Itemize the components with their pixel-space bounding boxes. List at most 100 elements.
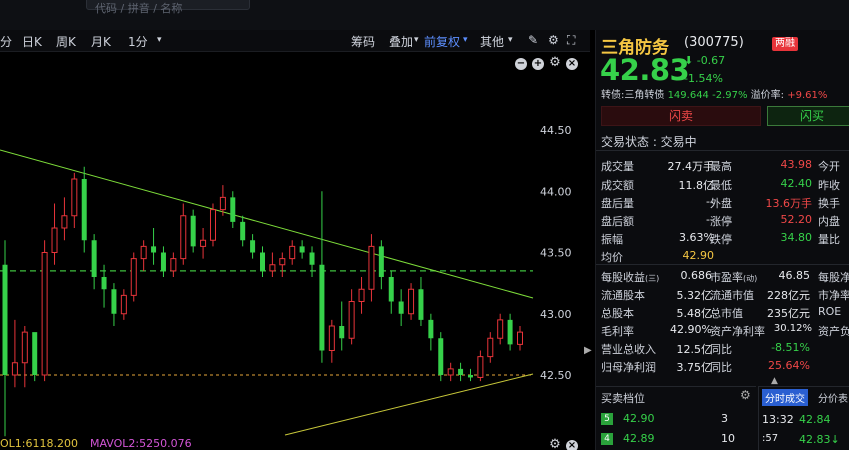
convertible-bond-row[interactable]: 转债:三角转债 149.644 -2.97% 溢价率: +9.61% [601,86,827,101]
total-shares-value: 5.48亿 [676,307,713,320]
tick-time: :57 [762,433,779,444]
price-axis-label: 44.00 [540,185,572,198]
close-icon[interactable]: × [566,58,578,70]
period-weekly-tab[interactable]: 周K [56,33,76,50]
candle-body [418,289,424,320]
candle-body [81,179,87,241]
candle-body [458,368,464,375]
candle-body [91,240,97,277]
amplitude-value: 3.63% [679,231,714,244]
adjust-button[interactable]: 前复权 [424,33,460,50]
revenue-label: 营业总收入 [601,343,656,356]
limit-up-value: 52.20 [780,213,813,226]
chevron-up-icon[interactable]: ▲ [771,376,778,386]
chevron-down-icon[interactable]: ▾ [463,35,468,45]
candle-body [71,178,78,217]
candle-body [339,326,345,339]
candle-body [250,240,256,253]
conv-price: 149.644 [667,90,709,101]
volume-ratio-label: 量比 [818,233,840,246]
price-axis-label: 43.50 [540,247,572,260]
edit-icon[interactable]: ✎ [528,33,538,47]
net-profit-yoy-value: 25.64% [768,359,810,372]
conv-pct: -2.97% [712,90,748,101]
kline-chart[interactable]: 44.5044.0043.5043.0042.5042.00 [0,52,590,437]
eps-value: 0.686 [680,269,713,282]
candle-body [428,319,434,339]
gear-icon[interactable]: ⚙ [740,388,751,402]
tab-price-table[interactable]: 分价表 [818,390,848,405]
float-mv-value: 228亿元 [767,289,810,302]
period-1min-tab[interactable]: 1分 [128,33,148,50]
open-label: 今开 [818,160,840,173]
minimize-icon[interactable]: − [515,58,527,70]
orderbook-row[interactable]: 5 42.90 3 [601,412,751,428]
tick-time: 13:32 [762,413,794,426]
candle-body [11,362,18,376]
total-shares-label: 总股本 [601,307,634,320]
chevron-down-icon[interactable]: ▾ [508,35,513,45]
roe-label: ROE [818,305,842,318]
fullscreen-icon[interactable]: ⛶ [567,33,575,48]
chart-window-controls: − + ⚙ × [510,55,578,70]
limit-down-value: 34.80 [780,231,813,244]
outer-label: 外盘 [710,197,732,210]
volume-value: 27.4万手 [667,160,715,173]
mavol1-label: OL1:6118.200 [0,437,78,450]
debt-ratio-label: 资产负 [818,325,849,338]
period-minute-tab[interactable]: 分 [0,33,12,50]
float-mv-label: 流通市值 [710,289,754,302]
period-daily-tab[interactable]: 日K [22,33,42,50]
tick-price: 42.83↓ [799,433,840,446]
search-input[interactable]: 代码 / 拼音 / 名称 [86,0,250,15]
bvps-label: 每股净 [818,271,849,284]
close-icon[interactable]: × [566,440,578,450]
net-profit-value: 3.75亿 [676,361,713,374]
kline-chart-area[interactable]: 44.5044.0043.5043.0042.5042.00 −+⚙× OL1:… [0,52,590,450]
eps-label: 每股收益(三) [601,271,660,284]
candle-body [279,258,286,266]
chevron-down-icon[interactable]: ▾ [157,35,162,45]
gear-icon[interactable]: ⚙ [549,56,561,69]
pb-label: 市净率 [818,289,849,302]
flash-buy-button[interactable]: 闪买 [767,106,849,126]
candle-body [487,337,494,358]
descending-trendline [0,149,534,299]
candle-body [408,288,415,315]
chevron-down-icon[interactable]: ▾ [414,35,419,45]
price-axis-label: 44.50 [540,124,572,137]
collapse-panel-icon[interactable]: ▶ [584,345,592,356]
amount-label: 成交额 [601,179,634,192]
revenue-value: 12.5亿 [676,343,713,356]
candle-body [507,319,513,345]
candle-body [240,221,246,241]
tab-time-sales[interactable]: 分时成交 [762,389,808,406]
flash-sell-button[interactable]: 闪卖 [601,106,761,126]
gear-icon[interactable]: ⚙ [549,438,561,450]
low-label: 最低 [710,179,732,192]
period-monthly-tab[interactable]: 月K [91,33,111,50]
chips-button[interactable]: 筹码 [351,33,375,50]
last-price: 42.83 [600,53,690,87]
net-profit-yoy-label: 同比 [710,361,732,374]
candle-body [447,368,454,376]
add-icon[interactable]: + [532,58,544,70]
order-price: 42.89 [623,432,655,445]
chart-toolbar: 分 日K 周K 月K 1分 ▾ 筹码 叠加 ▾ 前复权 ▾ 其他 ▾ ✎ ⚙ ⛶ [0,30,590,52]
revenue-yoy-value: -8.51% [771,341,810,354]
candle-body [289,245,296,260]
other-button[interactable]: 其他 [480,33,504,50]
overlay-button[interactable]: 叠加 [389,33,413,50]
settings-icon[interactable]: ⚙ [548,33,559,47]
price-change-pct: -1.54% [684,72,723,85]
after-volume-label: 盘后量 [601,197,634,210]
conv-label: 转债:三角转债 [601,90,665,101]
pe-value: 46.85 [778,269,811,282]
candle-body [32,332,38,375]
orderbook-row[interactable]: 4 42.89 10 [601,432,751,448]
candle-body [378,246,384,277]
stock-code: (300775) [684,35,744,50]
amount-value: 11.8亿 [678,179,715,192]
change-value: -0.67 [696,54,726,67]
price-change: ⬇ -0.67 [684,54,725,67]
